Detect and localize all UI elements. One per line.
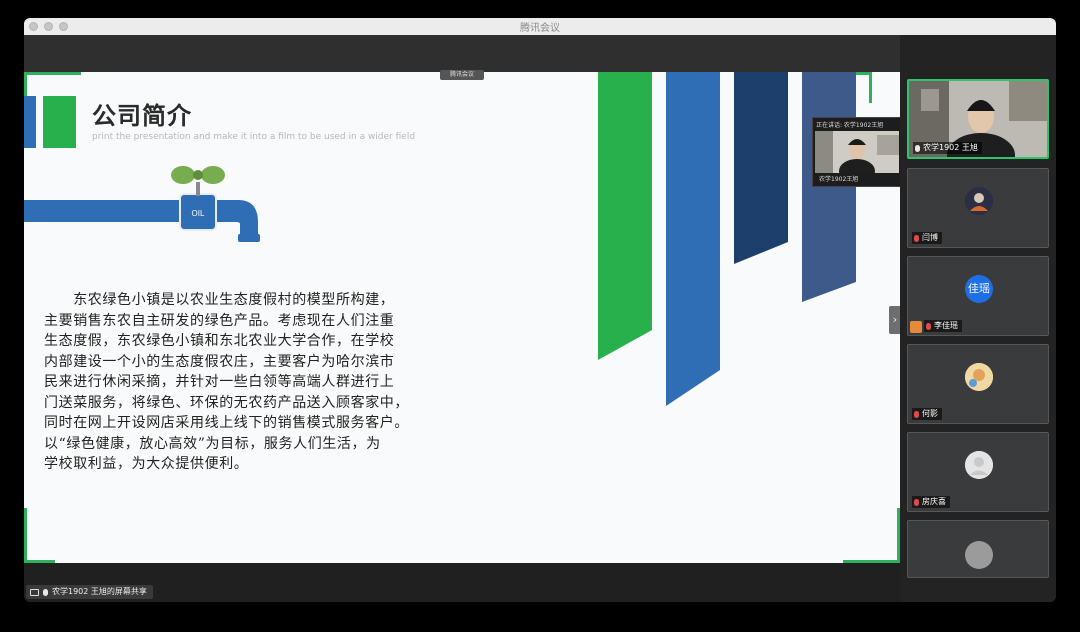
participant-name-label: 李佳瑶 bbox=[924, 320, 962, 332]
participant-tile[interactable]: 房庆喜 bbox=[907, 432, 1049, 512]
microphone-muted-icon bbox=[914, 234, 919, 242]
microphone-icon bbox=[915, 144, 920, 152]
microphone-muted-icon bbox=[914, 410, 919, 418]
default-avatar-icon bbox=[965, 451, 993, 479]
slide-title: 公司简介 bbox=[92, 102, 192, 130]
participant-name: 闫博 bbox=[922, 233, 938, 242]
body-line: 内部建设一个小的生态度假农庄，主要客户为哈尔滨市 bbox=[44, 353, 395, 370]
participant-name-label: 房庆喜 bbox=[912, 496, 950, 508]
participant-name: 农学1902 王旭 bbox=[923, 143, 978, 152]
participant-name: 房庆喜 bbox=[922, 497, 946, 506]
participant-name-label: 农学1902 王旭 bbox=[913, 142, 982, 154]
slide-body-text: 东农绿色小镇是以农业生态度假村的模型所构建， 主要销售东农自主研发的绿色产品。考… bbox=[44, 290, 474, 475]
bottom-status-bar: 农学1902 王旭的屏幕共享 bbox=[24, 563, 900, 602]
body-line: 主要销售东农自主研发的绿色产品。考虑现在人们注重 bbox=[44, 312, 395, 329]
share-source-tag[interactable]: 腾讯会议 bbox=[440, 70, 484, 80]
avatar bbox=[965, 363, 993, 391]
body-line: 东农绿色小镇是以农业生态度假村的模型所构建， bbox=[44, 292, 395, 308]
shared-slide: 公司简介 print the presentation and make it … bbox=[24, 72, 900, 563]
title-deco-bar-blue bbox=[24, 96, 36, 148]
microphone-muted-icon bbox=[914, 498, 919, 506]
valve-label: OIL bbox=[192, 209, 205, 218]
participant-tile[interactable]: 佳瑶 李佳瑶 bbox=[907, 256, 1049, 336]
window-title: 腾讯会议 bbox=[520, 23, 560, 34]
title-deco-bar-green bbox=[43, 96, 76, 148]
meeting-window: 腾讯会议 公司简介 print the presentation and mak… bbox=[24, 18, 1056, 602]
screen-share-indicator[interactable]: 农学1902 王旭的屏幕共享 bbox=[26, 585, 153, 599]
participant-tile[interactable]: 闫博 bbox=[907, 168, 1049, 248]
screen-share-label: 农学1902 王旭的屏幕共享 bbox=[52, 587, 147, 596]
avatar: 佳瑶 bbox=[965, 275, 993, 303]
participant-name: 李佳瑶 bbox=[934, 321, 958, 330]
pipe-illustration: OIL bbox=[24, 162, 284, 252]
participant-name-label: 何影 bbox=[912, 408, 942, 420]
body-line: 学校取利益，为大众提供便利。 bbox=[44, 456, 249, 472]
participant-tile[interactable]: 何影 bbox=[907, 344, 1049, 424]
microphone-muted-icon bbox=[926, 322, 931, 330]
speaker-thumbnail[interactable]: 正在讲话: 农学1902王旭 农学1902王旭 bbox=[812, 117, 902, 187]
share-top-band bbox=[24, 35, 900, 72]
participant-sidebar: 农学1902 王旭 闫博 佳瑶 李佳瑶 何影 房庆喜 bbox=[900, 35, 1056, 602]
pipe-icon: OIL bbox=[24, 166, 260, 242]
body-line: 同时在网上开设网店采用线上线下的销售模式服务客户。 bbox=[44, 415, 409, 431]
person-video-icon bbox=[815, 131, 899, 173]
avatar bbox=[965, 541, 993, 569]
participant-tile[interactable] bbox=[907, 520, 1049, 578]
participant-name: 何影 bbox=[922, 409, 938, 418]
microphone-icon bbox=[43, 588, 48, 596]
speaker-video bbox=[815, 131, 899, 173]
avatar bbox=[965, 451, 993, 479]
participant-name-label: 闫博 bbox=[912, 232, 942, 244]
body-line: 门送菜服务，将绿色、环保的无农药产品送入顾客家中， bbox=[44, 394, 409, 411]
body-line: 以“绿色健康，放心高效”为目标，服务人们生活，为 bbox=[44, 435, 381, 452]
body-line: 生态度假，东农绿色小镇和东北农业大学合作，在学校 bbox=[44, 333, 395, 349]
host-icon bbox=[910, 321, 922, 333]
body-line: 民来进行休闲采摘，并针对一些白领等高端人群进行上 bbox=[44, 374, 395, 390]
participant-tile[interactable]: 农学1902 王旭 bbox=[907, 79, 1049, 159]
profile-photo-icon bbox=[965, 363, 993, 391]
slide-subtitle: print the presentation and make it into … bbox=[92, 132, 416, 142]
title-bar: 腾讯会议 bbox=[24, 18, 1056, 36]
slide-corner-frame bbox=[843, 508, 900, 563]
avatar bbox=[965, 187, 993, 215]
profile-photo-icon bbox=[965, 187, 993, 215]
screen-share-icon bbox=[30, 588, 39, 596]
speaking-indicator: 正在讲话: 农学1902王旭 bbox=[816, 122, 884, 129]
slide-corner-frame bbox=[24, 508, 55, 563]
speaker-name: 农学1902王旭 bbox=[819, 176, 859, 183]
